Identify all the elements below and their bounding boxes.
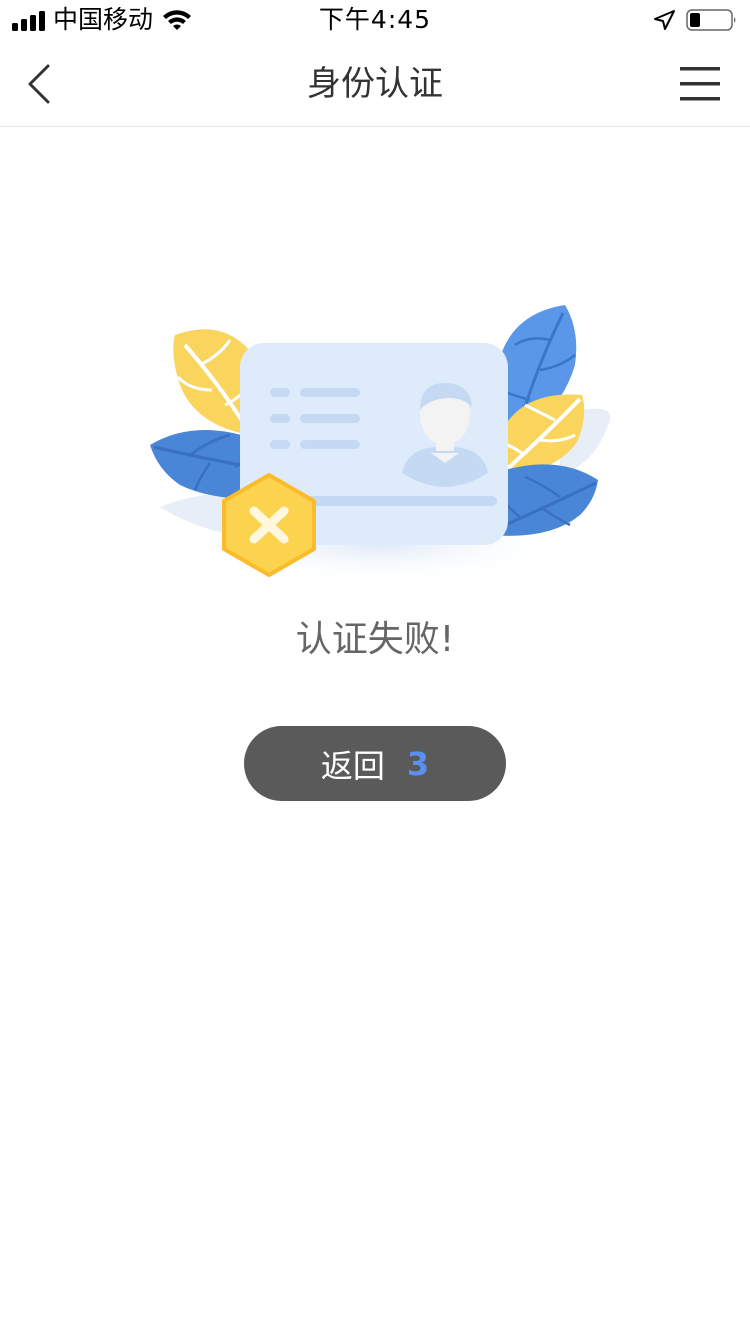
status-time: 下午4:45	[318, 5, 432, 34]
nav-bar: 身份认证	[0, 40, 750, 127]
hamburger-menu-icon[interactable]	[678, 65, 722, 103]
status-bar: 中国移动 下午4:45	[0, 0, 750, 40]
result-message: 认证失败!	[295, 619, 455, 660]
back-button[interactable]: 返回 3	[244, 726, 506, 801]
id-card-failed-illustration	[150, 305, 611, 583]
battery-icon	[686, 9, 736, 31]
back-button-label: 返回	[320, 746, 385, 785]
location-icon	[654, 10, 675, 30]
countdown-number: 3	[406, 744, 430, 783]
page-title: 身份认证	[307, 64, 443, 104]
